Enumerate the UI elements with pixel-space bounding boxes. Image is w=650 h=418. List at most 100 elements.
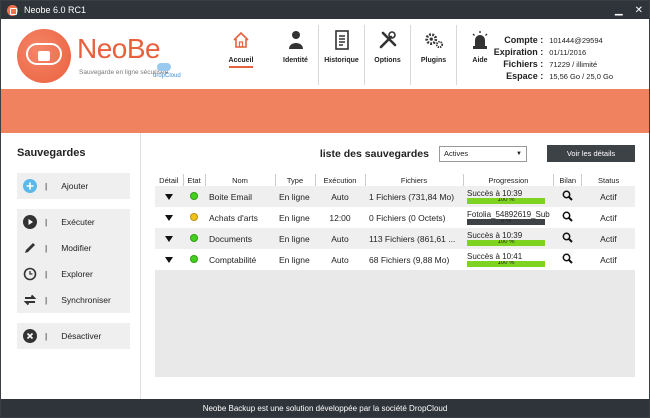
backup-status: Actif xyxy=(581,228,635,249)
refresh-clock-icon xyxy=(23,267,37,281)
search-icon[interactable] xyxy=(562,211,573,224)
filter-value: Actives xyxy=(444,149,469,158)
col-header[interactable]: Status xyxy=(581,174,635,186)
expand-arrow-icon[interactable] xyxy=(165,214,173,221)
header: NeoBe Sauvegarde en ligne sécurisée drop… xyxy=(1,19,649,89)
backup-name: Documents xyxy=(205,228,275,249)
nav-options[interactable]: Options xyxy=(365,25,411,85)
backup-status: Actif xyxy=(581,249,635,270)
title-bar: Neobe 6.0 RC1 ▁ ✕ xyxy=(1,1,649,19)
sync-label: Synchroniser xyxy=(61,295,111,305)
status-dot-icon xyxy=(190,254,198,263)
backup-type: En ligne xyxy=(275,249,315,270)
cloud-lock-icon xyxy=(17,29,71,83)
run-button[interactable]: | Exécuter xyxy=(17,209,130,235)
search-icon[interactable] xyxy=(562,190,573,203)
nav-accueil[interactable]: Accueil xyxy=(221,25,261,85)
progress-text: Succès à 10:39 xyxy=(467,231,523,240)
progress-label: 0 % xyxy=(500,219,512,224)
col-header[interactable]: Progression xyxy=(463,174,555,186)
col-header[interactable]: Détail xyxy=(155,174,184,186)
files-key: Fichiers : xyxy=(503,59,544,69)
backup-status: Actif xyxy=(581,186,635,207)
app-window: Neobe 6.0 RC1 ▁ ✕ NeoBe Sauvegarde en li… xyxy=(0,0,650,418)
play-icon xyxy=(23,215,37,229)
sync-button[interactable]: | Synchroniser xyxy=(17,287,130,313)
list-title: liste des sauvegardes xyxy=(319,147,429,160)
table-row[interactable]: Comptabilité En ligne Auto 68 Fichiers (9,8… xyxy=(155,249,635,270)
col-header[interactable]: Fichiers xyxy=(365,174,464,186)
expand-arrow-icon[interactable] xyxy=(165,256,173,263)
plus-circle-icon xyxy=(23,179,37,193)
disable-label: Désactiver xyxy=(61,331,102,341)
backup-list-panel: liste des sauvegardes Actives ▼ Voir les… xyxy=(141,133,649,399)
col-header[interactable]: Bilan xyxy=(553,174,583,186)
expand-arrow-icon[interactable] xyxy=(165,235,173,242)
progress-bar: 100 % xyxy=(467,198,545,204)
progress-text: Succès à 10:41 xyxy=(467,252,523,261)
edit-label: Modifier xyxy=(61,243,92,253)
dropcloud-logo: dropCloud xyxy=(153,63,181,79)
chevron-down-icon: ▼ xyxy=(516,150,522,157)
search-icon[interactable] xyxy=(562,232,573,245)
progress-text: Fotolia_54892619_Sub xyxy=(467,210,550,219)
space-key: Espace : xyxy=(506,71,544,81)
backup-exec: Auto xyxy=(315,228,365,249)
backup-exec: Auto xyxy=(315,249,365,270)
close-icon[interactable]: ✕ xyxy=(635,5,643,16)
alarm-icon xyxy=(470,29,490,51)
close-circle-icon xyxy=(23,329,37,343)
account-key: Compte : xyxy=(504,35,544,45)
nav-label: Identité xyxy=(283,57,308,64)
backup-type: En ligne xyxy=(275,207,315,228)
nav-label: Historique xyxy=(324,57,359,64)
nav-historique[interactable]: Historique xyxy=(319,25,365,85)
edit-button[interactable]: | Modifier xyxy=(17,235,130,261)
col-header[interactable]: Exécution xyxy=(315,174,366,186)
status-dot-icon xyxy=(190,233,198,242)
account-info: Compte : 101444@29594 Expiration : 01/11… xyxy=(494,35,613,81)
explore-label: Explorer xyxy=(61,269,93,279)
gears-icon xyxy=(424,29,444,51)
run-label: Exécuter xyxy=(61,217,95,227)
col-header[interactable]: Type xyxy=(275,174,316,186)
pencil-icon xyxy=(23,241,37,255)
disable-button[interactable]: | Désactiver xyxy=(17,323,130,349)
col-header[interactable]: Nom xyxy=(205,174,276,186)
nav-label: Aide xyxy=(472,57,488,64)
backup-files: 113 Fichiers (861,61 ... xyxy=(365,228,463,249)
footer: Neobe Backup est une solution développée… xyxy=(1,399,649,417)
search-icon[interactable] xyxy=(562,253,573,266)
sidebar-title: Sauvegardes xyxy=(17,147,86,159)
home-icon xyxy=(231,29,251,51)
explore-button[interactable]: | Explorer xyxy=(17,261,130,287)
backup-exec: Auto xyxy=(315,186,365,207)
table-row[interactable]: Boite Email En ligne Auto 1 Fichiers (731,8… xyxy=(155,186,635,207)
filter-select[interactable]: Actives ▼ xyxy=(439,145,527,162)
nav-identite[interactable]: Identité xyxy=(273,25,319,85)
app-icon xyxy=(7,4,18,16)
orange-banner xyxy=(1,89,649,133)
backup-files: 1 Fichiers (731,84 Mo) xyxy=(365,186,463,207)
backup-name: Comptabilité xyxy=(205,249,275,270)
table-row[interactable]: Achats d'arts En ligne 12:00 0 Fichiers (0 … xyxy=(155,207,635,228)
sidebar: Sauvegardes | Ajouter | Exécuter | Modif… xyxy=(1,133,141,399)
expand-arrow-icon[interactable] xyxy=(165,193,173,200)
backup-type: En ligne xyxy=(275,186,315,207)
space-value: 15,56 Go / 25,0 Go xyxy=(549,72,613,81)
expiration-key: Expiration : xyxy=(493,47,544,57)
col-header[interactable]: Etat xyxy=(183,174,206,186)
user-icon xyxy=(286,29,306,51)
view-details-button[interactable]: Voir les détails xyxy=(547,145,635,162)
tools-icon xyxy=(378,29,398,51)
status-dot-icon xyxy=(190,212,198,221)
progress-bar: 100 % xyxy=(467,261,545,267)
main-nav: Accueil Identité Historique Options Plug… xyxy=(221,25,503,85)
brand-name: NeoBe xyxy=(77,33,161,64)
nav-label: Options xyxy=(374,57,401,64)
table-row[interactable]: Documents En ligne Auto 113 Fichiers (861,6… xyxy=(155,228,635,249)
nav-plugins[interactable]: Plugins xyxy=(411,25,457,85)
add-button[interactable]: | Ajouter xyxy=(17,173,130,199)
progress-label: 100 % xyxy=(497,261,515,266)
minimize-icon[interactable]: ▁ xyxy=(615,5,623,16)
